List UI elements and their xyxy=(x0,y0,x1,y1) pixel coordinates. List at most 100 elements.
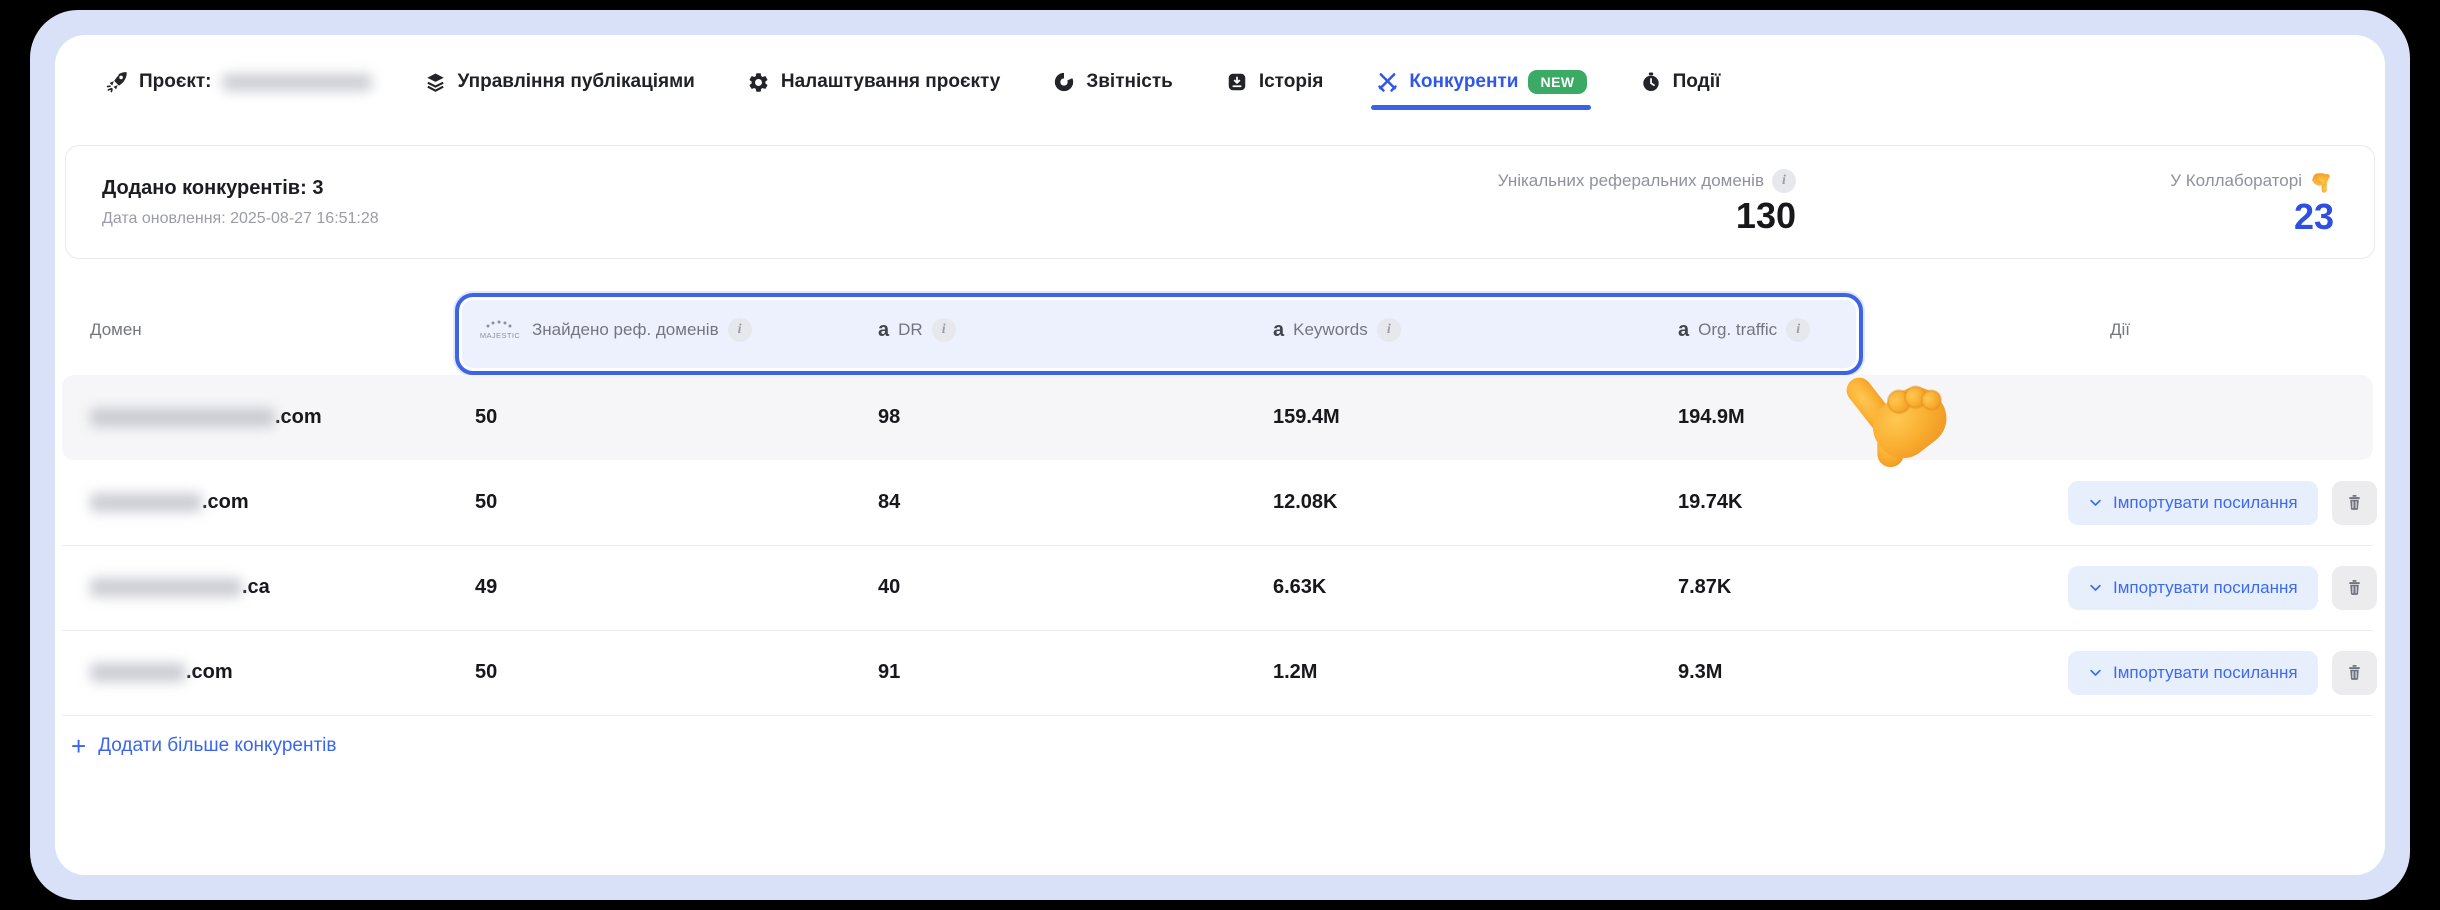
unique-ref-domains-stat: Унікальних реферальних доменів i 130 xyxy=(1498,146,1796,258)
traffic-cell: 194.9M xyxy=(1678,375,1745,460)
found-cell: 50 xyxy=(475,460,497,545)
add-more-competitors-link[interactable]: + Додати більше конкурентів xyxy=(71,733,336,759)
chevron-down-icon xyxy=(2088,495,2103,510)
tab-publications[interactable]: Управління публікаціями xyxy=(424,70,695,94)
chevron-down-icon xyxy=(2088,665,2103,680)
actions-cell: Імпортувати посилання xyxy=(2068,460,2377,545)
svg-text:MAJESTIC: MAJESTIC xyxy=(480,331,520,340)
chevron-down-icon xyxy=(2088,580,2103,595)
keywords-cell: 12.08K xyxy=(1273,460,1338,545)
import-links-button[interactable]: Імпортувати посилання xyxy=(2068,651,2318,695)
stopwatch-icon xyxy=(1639,70,1663,94)
history-icon xyxy=(1225,70,1249,94)
tab-project-settings[interactable]: Налаштування проєкту xyxy=(747,70,1000,94)
trash-icon xyxy=(2345,493,2364,512)
found-cell: 50 xyxy=(475,630,497,715)
tab-events[interactable]: Події xyxy=(1639,70,1721,94)
main-card: Проєкт: Управління публікаціями xyxy=(55,35,2385,875)
top-navigation: Проєкт: Управління публікаціями xyxy=(105,59,1720,105)
tab-label: Управління публікаціями xyxy=(458,71,695,93)
ahrefs-icon: a xyxy=(878,320,889,340)
found-cell: 50 xyxy=(475,375,497,460)
col-header-keywords: a Keywords i xyxy=(1273,293,1401,367)
actions-cell: Імпортувати посилання xyxy=(2068,545,2377,630)
nav-project-label: Проєкт: xyxy=(139,71,212,93)
ahrefs-icon: a xyxy=(1678,320,1689,340)
tab-label: Історія xyxy=(1259,71,1323,93)
dr-cell: 91 xyxy=(878,630,900,715)
update-date: Дата оновлення: 2025-08-27 16:51:28 xyxy=(102,210,379,228)
domain-cell: .com xyxy=(90,460,249,545)
tab-reports[interactable]: Звітність xyxy=(1052,70,1172,94)
traffic-cell: 19.74K xyxy=(1678,460,1743,545)
col-header-domain: Домен xyxy=(90,293,142,367)
dr-cell: 98 xyxy=(878,375,900,460)
tab-label: Звітність xyxy=(1086,71,1172,93)
info-icon[interactable]: i xyxy=(1786,318,1810,342)
delete-button[interactable] xyxy=(2332,481,2377,525)
col-header-found-ref-domains: MAJESTIC Знайдено реф. доменів i xyxy=(477,293,752,367)
domain-blurred xyxy=(90,408,275,427)
table-header: Домен MAJESTIC Знайдено реф. доменів i xyxy=(55,293,2385,373)
pie-chart-icon xyxy=(1052,70,1076,94)
app-frame: Проєкт: Управління публікаціями xyxy=(30,10,2410,900)
import-links-button[interactable]: Імпортувати посилання xyxy=(2068,481,2318,525)
delete-button[interactable] xyxy=(2332,566,2377,610)
added-competitors: Додано конкурентів: 3 xyxy=(102,177,379,200)
info-icon[interactable]: i xyxy=(728,318,752,342)
tab-competitors[interactable]: Конкуренти NEW xyxy=(1375,70,1586,94)
added-competitors-value: 3 xyxy=(312,177,323,199)
tab-label: Події xyxy=(1673,71,1721,93)
table-row: .com 50 98 159.4M 194.9M xyxy=(62,375,2373,460)
info-icon[interactable]: i xyxy=(1772,169,1796,193)
ahrefs-icon: a xyxy=(1273,320,1284,340)
info-icon[interactable]: i xyxy=(932,318,956,342)
crossed-swords-icon xyxy=(1375,70,1399,94)
new-badge: NEW xyxy=(1528,70,1586,94)
traffic-cell: 7.87K xyxy=(1678,545,1731,630)
col-header-actions: Дії xyxy=(2075,293,2165,367)
project-domain-blurred xyxy=(222,74,372,91)
domain-blurred xyxy=(90,663,186,682)
table-row: .com 50 91 1.2M 9.3M Імпортувати посилан… xyxy=(62,630,2373,716)
unique-ref-domains-value: 130 xyxy=(1736,197,1796,235)
delete-button[interactable] xyxy=(2332,651,2377,695)
plus-icon: + xyxy=(71,733,86,759)
keywords-cell: 1.2M xyxy=(1273,630,1317,715)
domain-cell: .com xyxy=(90,375,322,460)
domain-cell: .com xyxy=(90,630,233,715)
rocket-icon xyxy=(105,70,129,94)
actions-cell: Імпортувати посилання xyxy=(2068,630,2377,715)
tab-history[interactable]: Історія xyxy=(1225,70,1323,94)
col-header-dr: a DR i xyxy=(878,293,956,367)
gear-icon xyxy=(747,70,771,94)
tab-label: Налаштування проєкту xyxy=(781,71,1000,93)
hand-pointing-down-icon xyxy=(2308,168,2334,194)
keywords-cell: 6.63K xyxy=(1273,545,1326,630)
collaborator-label: У Коллабораторі xyxy=(2170,171,2302,191)
nav-project[interactable]: Проєкт: xyxy=(105,70,372,94)
collaborator-value: 23 xyxy=(2294,198,2334,236)
layers-icon xyxy=(424,70,448,94)
unique-ref-domains-label: Унікальних реферальних доменів xyxy=(1498,171,1764,191)
col-header-org-traffic: a Org. traffic i xyxy=(1678,293,1810,367)
domain-cell: .ca xyxy=(90,545,270,630)
collaborator-stat: У Коллабораторі 23 xyxy=(2170,146,2334,258)
import-links-button[interactable]: Імпортувати посилання xyxy=(2068,566,2318,610)
trash-icon xyxy=(2345,578,2364,597)
info-icon[interactable]: i xyxy=(1377,318,1401,342)
dr-cell: 84 xyxy=(878,460,900,545)
add-more-label: Додати більше конкурентів xyxy=(98,735,336,757)
summary-bar: Додано конкурентів: 3 Дата оновлення: 20… xyxy=(65,145,2375,259)
tab-label: Конкуренти xyxy=(1409,71,1518,93)
trash-icon xyxy=(2345,663,2364,682)
dr-cell: 40 xyxy=(878,545,900,630)
majestic-icon: MAJESTIC xyxy=(477,317,523,344)
domain-blurred xyxy=(90,578,242,597)
domain-blurred xyxy=(90,493,202,512)
keywords-cell: 159.4M xyxy=(1273,375,1340,460)
summary-left: Додано конкурентів: 3 Дата оновлення: 20… xyxy=(102,146,379,258)
table-row: .com 50 84 12.08K 19.74K Імпортувати пос… xyxy=(62,460,2373,546)
traffic-cell: 9.3M xyxy=(1678,630,1722,715)
found-cell: 49 xyxy=(475,545,497,630)
